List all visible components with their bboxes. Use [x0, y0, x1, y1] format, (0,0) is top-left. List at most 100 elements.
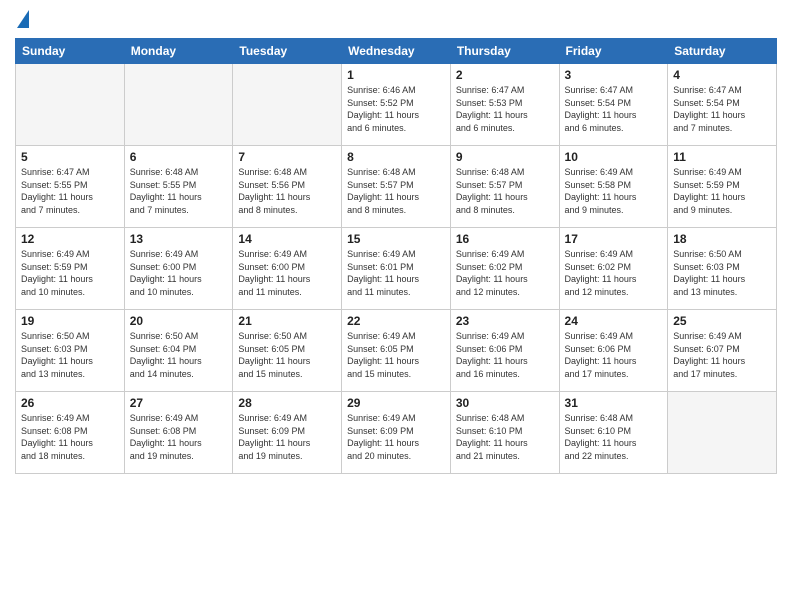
day-number: 15	[347, 232, 445, 246]
day-info: Sunrise: 6:49 AM Sunset: 6:09 PM Dayligh…	[238, 412, 336, 462]
calendar-cell: 15 Sunrise: 6:49 AM Sunset: 6:01 PM Dayli…	[342, 228, 451, 310]
calendar-cell: 3 Sunrise: 6:47 AM Sunset: 5:54 PM Daylig…	[559, 64, 668, 146]
day-info: Sunrise: 6:50 AM Sunset: 6:03 PM Dayligh…	[21, 330, 119, 380]
calendar-cell: 14Sunrise: 6:49 AM Sunset: 6:00 PM Dayli…	[233, 228, 342, 310]
calendar-cell: 4Sunrise: 6:47 AM Sunset: 5:54 PM Daylig…	[668, 64, 777, 146]
day-number: 1	[347, 68, 445, 82]
day-info: Sunrise: 6:48 AM Sunset: 5:57 PM Dayligh…	[456, 166, 554, 216]
day-number: 9	[456, 150, 554, 164]
day-info: Sunrise: 6:50 AM Sunset: 6:03 PM Dayligh…	[673, 248, 771, 298]
calendar-cell: 24Sunrise: 6:49 AM Sunset: 6:06 PM Dayli…	[559, 310, 668, 392]
day-number: 23	[456, 314, 554, 328]
day-info: Sunrise: 6:48 AM Sunset: 5:56 PM Dayligh…	[238, 166, 336, 216]
day-number: 17	[565, 232, 663, 246]
calendar-cell: 16 Sunrise: 6:49 AM Sunset: 6:02 PM Dayli…	[450, 228, 559, 310]
day-info: Sunrise: 6:48 AM Sunset: 6:10 PM Dayligh…	[565, 412, 663, 462]
header-wednesday: Wednesday	[342, 39, 451, 64]
day-info: Sunrise: 6:49 AM Sunset: 6:08 PM Dayligh…	[21, 412, 119, 462]
day-info: Sunrise: 6:49 AM Sunset: 6:06 PM Dayligh…	[565, 330, 663, 380]
day-info: Sunrise: 6:47 AM Sunset: 5:55 PM Dayligh…	[21, 166, 119, 216]
calendar-cell: 13Sunrise: 6:49 AM Sunset: 6:00 PM Dayli…	[124, 228, 233, 310]
day-number: 30	[456, 396, 554, 410]
calendar-cell: 2Sunrise: 6:47 AM Sunset: 5:53 PM Daylig…	[450, 64, 559, 146]
day-number: 8	[347, 150, 445, 164]
day-info: Sunrise: 6:49 AM Sunset: 6:07 PM Dayligh…	[673, 330, 771, 380]
calendar-cell: 29 Sunrise: 6:49 AM Sunset: 6:09 PM Dayli…	[342, 392, 451, 474]
day-number: 21	[238, 314, 336, 328]
calendar-cell	[124, 64, 233, 146]
calendar-cell: 1 Sunrise: 6:46 AM Sunset: 5:52 PM Daylig…	[342, 64, 451, 146]
day-number: 16	[456, 232, 554, 246]
day-info: Sunrise: 6:48 AM Sunset: 5:55 PM Dayligh…	[130, 166, 228, 216]
day-info: Sunrise: 6:49 AM Sunset: 6:00 PM Dayligh…	[130, 248, 228, 298]
header-monday: Monday	[124, 39, 233, 64]
day-number: 28	[238, 396, 336, 410]
calendar-cell: 23Sunrise: 6:49 AM Sunset: 6:06 PM Dayli…	[450, 310, 559, 392]
day-number: 7	[238, 150, 336, 164]
logo-triangle-icon	[17, 10, 29, 28]
calendar-cell: 9 Sunrise: 6:48 AM Sunset: 5:57 PM Daylig…	[450, 146, 559, 228]
day-info: Sunrise: 6:49 AM Sunset: 6:08 PM Dayligh…	[130, 412, 228, 462]
week-row-3: 12 Sunrise: 6:49 AM Sunset: 5:59 PM Dayli…	[16, 228, 777, 310]
day-info: Sunrise: 6:49 AM Sunset: 6:09 PM Dayligh…	[347, 412, 445, 462]
day-number: 26	[21, 396, 119, 410]
logo-icon	[15, 10, 29, 30]
day-info: Sunrise: 6:49 AM Sunset: 6:02 PM Dayligh…	[456, 248, 554, 298]
day-info: Sunrise: 6:49 AM Sunset: 6:05 PM Dayligh…	[347, 330, 445, 380]
calendar-cell: 28 Sunrise: 6:49 AM Sunset: 6:09 PM Dayli…	[233, 392, 342, 474]
day-number: 29	[347, 396, 445, 410]
week-row-4: 19 Sunrise: 6:50 AM Sunset: 6:03 PM Dayli…	[16, 310, 777, 392]
day-info: Sunrise: 6:49 AM Sunset: 6:01 PM Dayligh…	[347, 248, 445, 298]
day-number: 11	[673, 150, 771, 164]
calendar-cell: 20 Sunrise: 6:50 AM Sunset: 6:04 PM Dayli…	[124, 310, 233, 392]
calendar-cell	[668, 392, 777, 474]
week-row-5: 26 Sunrise: 6:49 AM Sunset: 6:08 PM Dayli…	[16, 392, 777, 474]
day-number: 10	[565, 150, 663, 164]
header-thursday: Thursday	[450, 39, 559, 64]
calendar-cell: 8 Sunrise: 6:48 AM Sunset: 5:57 PM Daylig…	[342, 146, 451, 228]
calendar-cell: 17 Sunrise: 6:49 AM Sunset: 6:02 PM Dayli…	[559, 228, 668, 310]
day-number: 31	[565, 396, 663, 410]
header	[15, 10, 777, 30]
day-info: Sunrise: 6:50 AM Sunset: 6:04 PM Dayligh…	[130, 330, 228, 380]
calendar-cell: 31 Sunrise: 6:48 AM Sunset: 6:10 PM Dayli…	[559, 392, 668, 474]
calendar-cell: 18 Sunrise: 6:50 AM Sunset: 6:03 PM Dayli…	[668, 228, 777, 310]
header-sunday: Sunday	[16, 39, 125, 64]
day-number: 3	[565, 68, 663, 82]
calendar-cell: 6 Sunrise: 6:48 AM Sunset: 5:55 PM Daylig…	[124, 146, 233, 228]
day-info: Sunrise: 6:49 AM Sunset: 5:58 PM Dayligh…	[565, 166, 663, 216]
calendar-cell	[16, 64, 125, 146]
calendar-cell: 25Sunrise: 6:49 AM Sunset: 6:07 PM Dayli…	[668, 310, 777, 392]
day-number: 22	[347, 314, 445, 328]
day-number: 12	[21, 232, 119, 246]
week-row-1: 1 Sunrise: 6:46 AM Sunset: 5:52 PM Daylig…	[16, 64, 777, 146]
day-number: 20	[130, 314, 228, 328]
logo	[15, 10, 31, 30]
calendar-cell: 7 Sunrise: 6:48 AM Sunset: 5:56 PM Daylig…	[233, 146, 342, 228]
calendar-cell: 22 Sunrise: 6:49 AM Sunset: 6:05 PM Dayli…	[342, 310, 451, 392]
day-number: 5	[21, 150, 119, 164]
calendar-cell: 11Sunrise: 6:49 AM Sunset: 5:59 PM Dayli…	[668, 146, 777, 228]
week-row-2: 5 Sunrise: 6:47 AM Sunset: 5:55 PM Daylig…	[16, 146, 777, 228]
day-info: Sunrise: 6:48 AM Sunset: 6:10 PM Dayligh…	[456, 412, 554, 462]
day-info: Sunrise: 6:49 AM Sunset: 6:02 PM Dayligh…	[565, 248, 663, 298]
day-number: 18	[673, 232, 771, 246]
calendar-cell: 21 Sunrise: 6:50 AM Sunset: 6:05 PM Dayli…	[233, 310, 342, 392]
day-info: Sunrise: 6:49 AM Sunset: 5:59 PM Dayligh…	[21, 248, 119, 298]
header-friday: Friday	[559, 39, 668, 64]
page: SundayMondayTuesdayWednesdayThursdayFrid…	[0, 0, 792, 612]
day-info: Sunrise: 6:47 AM Sunset: 5:54 PM Dayligh…	[565, 84, 663, 134]
day-info: Sunrise: 6:46 AM Sunset: 5:52 PM Dayligh…	[347, 84, 445, 134]
calendar-cell	[233, 64, 342, 146]
calendar-header-row: SundayMondayTuesdayWednesdayThursdayFrid…	[16, 39, 777, 64]
calendar-cell: 30 Sunrise: 6:48 AM Sunset: 6:10 PM Dayli…	[450, 392, 559, 474]
day-info: Sunrise: 6:48 AM Sunset: 5:57 PM Dayligh…	[347, 166, 445, 216]
calendar-cell: 26 Sunrise: 6:49 AM Sunset: 6:08 PM Dayli…	[16, 392, 125, 474]
day-number: 6	[130, 150, 228, 164]
day-info: Sunrise: 6:47 AM Sunset: 5:54 PM Dayligh…	[673, 84, 771, 134]
day-number: 19	[21, 314, 119, 328]
calendar-cell: 5 Sunrise: 6:47 AM Sunset: 5:55 PM Daylig…	[16, 146, 125, 228]
day-info: Sunrise: 6:50 AM Sunset: 6:05 PM Dayligh…	[238, 330, 336, 380]
calendar-cell: 19 Sunrise: 6:50 AM Sunset: 6:03 PM Dayli…	[16, 310, 125, 392]
calendar-cell: 12 Sunrise: 6:49 AM Sunset: 5:59 PM Dayli…	[16, 228, 125, 310]
